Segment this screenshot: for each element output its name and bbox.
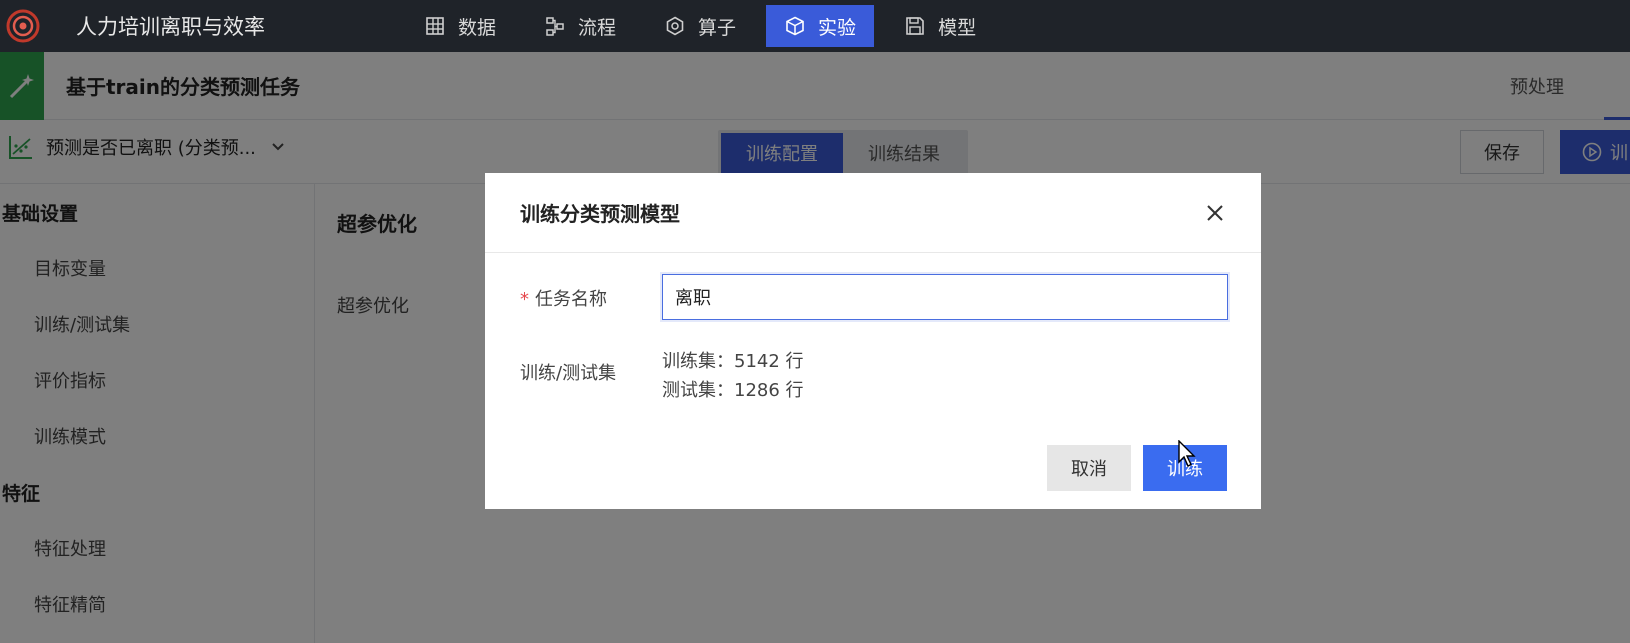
dialog-footer: 取消 训练 [1047,445,1227,491]
cancel-button[interactable]: 取消 [1047,445,1131,491]
nav-item-flow[interactable]: 流程 [526,5,634,47]
cube-icon [784,15,806,37]
nav-item-experiment[interactable]: 实验 [766,5,875,47]
nav-item-operator[interactable]: 算子 [646,5,754,47]
test-set-count: 测试集：1286 行 [662,380,804,401]
split-label: 训练/测试集 [520,363,617,384]
split-row: 训练/测试集 训练集：5142 行 测试集：1286 行 [520,347,804,405]
flow-icon [544,15,566,37]
nav-label: 数据 [458,16,497,39]
task-name-label-text: 任务名称 [535,289,607,310]
app-logo-icon[interactable] [0,0,46,52]
nav-item-model[interactable]: 模型 [886,5,994,47]
nav-label: 流程 [578,16,617,39]
grid-icon [424,15,446,37]
top-nav-bar: 人力培训离职与效率 数据 流程 算子 实验 模型 [0,0,1630,52]
task-name-input[interactable] [662,274,1228,320]
dialog-title: 训练分类预测模型 [520,202,680,226]
task-name-label: * 任务名称 [520,274,662,311]
nav-label: 算子 [698,16,737,39]
split-info: 训练集：5142 行 测试集：1286 行 [662,347,804,405]
nav-label: 实验 [818,16,857,39]
nav-label: 模型 [938,16,977,39]
nav-item-data[interactable]: 数据 [406,5,514,47]
train-model-dialog: 训练分类预测模型 * 任务名称 训练/测试集 训练集：5142 行 测试集：128… [485,173,1261,509]
required-mark: * [520,289,529,310]
train-set-count: 训练集：5142 行 [662,351,804,372]
mouse-cursor-icon [1178,439,1198,468]
main-nav: 数据 流程 算子 实验 模型 [406,0,1006,52]
task-name-row: * 任务名称 [520,274,1228,320]
hexagon-icon [664,15,686,37]
close-icon[interactable] [1201,199,1229,227]
save-icon [904,15,926,37]
app-title: 人力培训离职与效率 [76,15,265,39]
dialog-header: 训练分类预测模型 [485,173,1261,253]
